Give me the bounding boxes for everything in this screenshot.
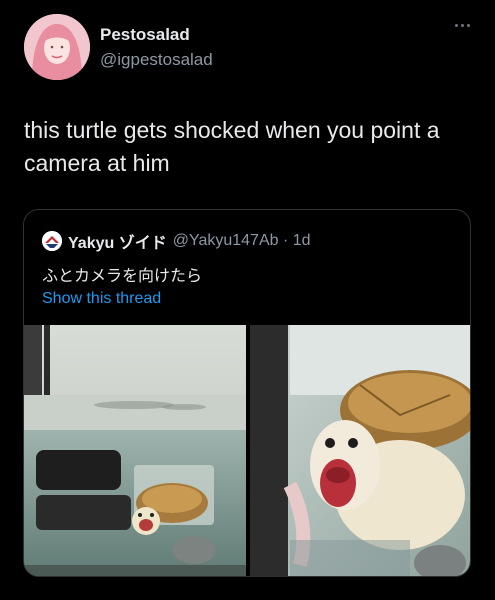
quoted-tweet-header: Yakyu ゾイド @Yakyu147Ab · 1d bbox=[42, 230, 311, 252]
tweet-text: this turtle gets shocked when you point … bbox=[24, 117, 440, 176]
author-handle[interactable]: @igpestosalad bbox=[100, 50, 213, 70]
quoted-tweet-card[interactable]: Yakyu ゾイド @Yakyu147Ab · 1d ふとカメラを向けたら Sh… bbox=[23, 209, 471, 577]
more-options-icon[interactable] bbox=[455, 24, 475, 34]
show-thread-link[interactable]: Show this thread bbox=[42, 290, 161, 308]
quoted-tweet-text: ふとカメラを向けたら bbox=[42, 266, 203, 285]
quoted-tweet-media bbox=[24, 325, 470, 576]
quoted-author-handle-time[interactable]: @Yakyu147Ab · 1d bbox=[173, 232, 311, 250]
author-avatar[interactable] bbox=[24, 14, 90, 80]
turtle-closeup-photo[interactable] bbox=[250, 325, 470, 576]
tweet[interactable]: Pestosalad @igpestosalad this turtle get… bbox=[0, 0, 495, 600]
quoted-author-display-name[interactable]: Yakyu ゾイド bbox=[68, 229, 167, 253]
quoted-author-avatar[interactable] bbox=[42, 231, 62, 251]
turtle-in-aquarium-photo[interactable] bbox=[24, 325, 246, 576]
author-display-name[interactable]: Pestosalad bbox=[100, 25, 190, 45]
